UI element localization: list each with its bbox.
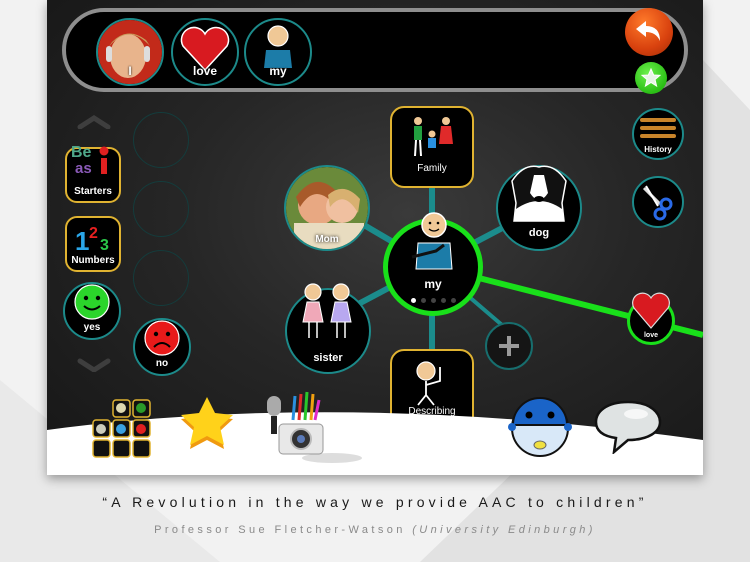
star-icon (181, 397, 233, 449)
symbol-grid-icon (92, 399, 151, 458)
quote-attribution: Professor Sue Fletcher-Watson (Universit… (0, 524, 750, 536)
speech-bubble-icon (594, 400, 662, 456)
speak-button[interactable] (592, 398, 664, 456)
robot-icon (508, 397, 572, 457)
author-name: Professor Sue Fletcher-Watson (154, 524, 406, 536)
dock-media[interactable] (257, 390, 327, 460)
dock-symbol-grid[interactable] (91, 398, 153, 460)
dock-favorites[interactable] (177, 395, 241, 455)
dock-robot[interactable] (507, 395, 573, 461)
camera-mic-pencils-icon (267, 391, 324, 455)
app-screen: I love my Be as Starters 1 2 3 Numbers y… (47, 0, 703, 475)
author-affiliation: (University Edinburgh) (412, 524, 596, 536)
quote-text: “A Revolution in the way we provide AAC … (102, 494, 648, 510)
